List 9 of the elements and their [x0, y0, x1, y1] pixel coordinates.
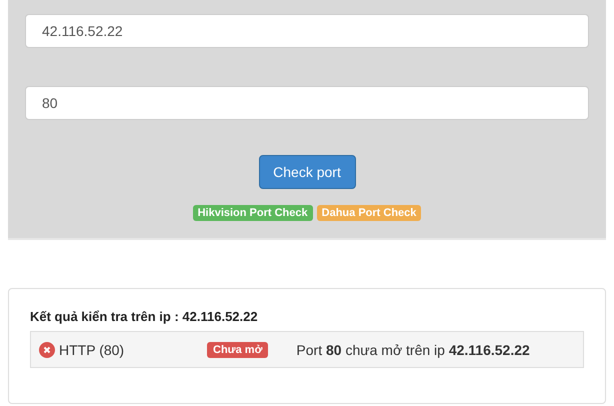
result-message: Port 80 chưa mở trên ip 42.116.52.22	[296, 342, 530, 358]
check-port-button[interactable]: Check port	[258, 155, 356, 189]
status-label: Chưa mở	[207, 342, 268, 358]
result-title: Kết quả kiển tra trên ip : 42.116.52.22	[30, 309, 259, 324]
ip-field[interactable]: 42.116.52.22	[25, 14, 589, 48]
service-name: HTTP (80)	[59, 342, 126, 358]
port-check-link[interactable]: Dahua Port Check	[316, 205, 422, 221]
port-field[interactable]: 80	[25, 86, 589, 120]
port-check-link[interactable]: Hikvision Port Check	[192, 205, 313, 221]
